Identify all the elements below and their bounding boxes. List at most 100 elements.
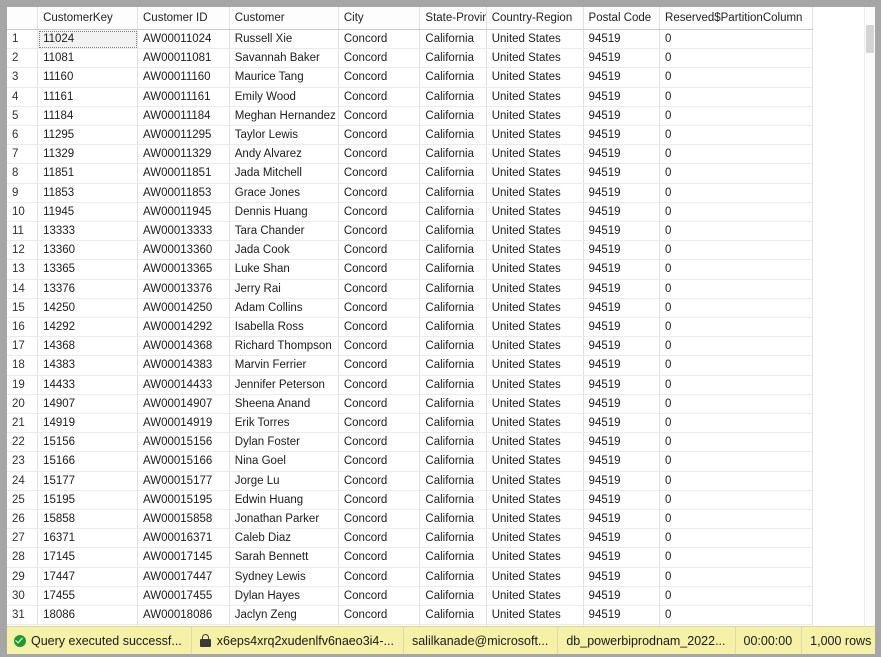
row-number-cell[interactable]: 9 [7, 183, 39, 203]
table-row[interactable]: 10 11945 AW00011945 Dennis Huang Concord Cali… [7, 202, 813, 223]
table-row[interactable]: 22 15156 AW00015156 Dylan Foster Concord Cali… [7, 432, 813, 453]
cell-city[interactable]: Concord [338, 144, 421, 165]
cell-customer[interactable]: Dennis Huang [229, 202, 339, 223]
row-number-cell[interactable]: 16 [7, 317, 39, 338]
cell-postal-code[interactable]: 94519 [583, 317, 661, 338]
cell-city[interactable]: Concord [338, 586, 421, 607]
column-header-state-province[interactable]: State-Province [419, 7, 487, 30]
cell-reserved-partitioncolumn[interactable]: 0 [659, 355, 813, 376]
cell-reserved-partitioncolumn[interactable]: 0 [659, 259, 813, 280]
row-number-cell[interactable]: 19 [7, 375, 39, 395]
cell-country-region[interactable]: United States [486, 298, 584, 319]
cell-state-province[interactable]: California [419, 259, 487, 280]
cell-customerkey[interactable]: 13360 [37, 240, 138, 261]
cell-customer[interactable]: Jaclyn Zeng [229, 605, 339, 626]
cell-city[interactable]: Concord [338, 48, 421, 69]
table-row[interactable]: 1 11024 AW00011024 Russell Xie Concord Califo… [7, 29, 813, 50]
cell-city[interactable]: Concord [338, 413, 421, 434]
cell-postal-code[interactable]: 94519 [583, 48, 661, 69]
column-header-country-region[interactable]: Country-Region [486, 7, 584, 30]
table-row[interactable]: 27 16371 AW00016371 Caleb Diaz Concord Califo… [7, 528, 813, 549]
row-number-cell[interactable]: 18 [7, 355, 39, 376]
row-number-cell[interactable]: 25 [7, 490, 39, 511]
cell-customerkey[interactable]: 14433 [37, 375, 138, 395]
table-row[interactable]: 4 11161 AW00011161 Emily Wood Concord Califor… [7, 87, 813, 107]
cell-customer[interactable]: Dylan Foster [229, 432, 339, 453]
cell-reserved-partitioncolumn[interactable]: 0 [659, 87, 813, 107]
cell-postal-code[interactable]: 94519 [583, 336, 661, 357]
cell-reserved-partitioncolumn[interactable]: 0 [659, 317, 813, 338]
row-number-cell[interactable]: 20 [7, 394, 39, 415]
cell-state-province[interactable]: California [419, 298, 487, 319]
cell-customerkey[interactable]: 11184 [37, 106, 138, 127]
query-results-grid[interactable]: CustomerKey Customer ID Customer City St… [7, 7, 875, 626]
cell-state-province[interactable]: California [419, 355, 487, 376]
row-number-cell[interactable]: 17 [7, 336, 39, 357]
cell-customer[interactable]: Maurice Tang [229, 67, 339, 88]
row-number-cell[interactable]: 26 [7, 509, 39, 530]
cell-reserved-partitioncolumn[interactable]: 0 [659, 528, 813, 549]
table-row[interactable]: 3 11160 AW00011160 Maurice Tang Concord Calif… [7, 67, 813, 88]
row-number-cell[interactable]: 31 [7, 605, 39, 626]
cell-customerkey[interactable]: 14292 [37, 317, 138, 338]
cell-country-region[interactable]: United States [486, 471, 584, 491]
cell-postal-code[interactable]: 94519 [583, 586, 661, 607]
cell-customerkey[interactable]: 11851 [37, 163, 138, 184]
cell-customerid[interactable]: AW00015166 [137, 451, 230, 472]
cell-customerid[interactable]: AW00013360 [137, 240, 230, 261]
column-header-rownum[interactable] [7, 7, 39, 30]
table-row[interactable]: 19 14433 AW00014433 Jennifer Peterson Concor… [7, 375, 813, 395]
cell-customer[interactable]: Erik Torres [229, 413, 339, 434]
table-row[interactable]: 16 14292 AW00014292 Isabella Ross Concord Cal… [7, 317, 813, 338]
column-header-customer[interactable]: Customer [229, 7, 339, 30]
table-row[interactable]: 12 13360 AW00013360 Jada Cook Concord Califor… [7, 240, 813, 261]
cell-city[interactable]: Concord [338, 87, 421, 107]
row-number-cell[interactable]: 22 [7, 432, 39, 453]
cell-country-region[interactable]: United States [486, 355, 584, 376]
cell-customerid[interactable]: AW00015177 [137, 471, 230, 491]
cell-postal-code[interactable]: 94519 [583, 29, 661, 50]
cell-reserved-partitioncolumn[interactable]: 0 [659, 221, 813, 242]
row-number-cell[interactable]: 15 [7, 298, 39, 319]
cell-postal-code[interactable]: 94519 [583, 509, 661, 530]
cell-city[interactable]: Concord [338, 547, 421, 568]
cell-customerid[interactable]: AW00011329 [137, 144, 230, 165]
cell-state-province[interactable]: California [419, 29, 487, 50]
cell-customerid[interactable]: AW00014368 [137, 336, 230, 357]
cell-reserved-partitioncolumn[interactable]: 0 [659, 298, 813, 319]
cell-customerkey[interactable]: 17455 [37, 586, 138, 607]
row-number-cell[interactable]: 10 [7, 202, 39, 223]
cell-country-region[interactable]: United States [486, 413, 584, 434]
cell-country-region[interactable]: United States [486, 605, 584, 626]
table-row[interactable]: 29 17447 AW00017447 Sydney Lewis Concord Cali… [7, 567, 813, 587]
table-row[interactable]: 6 11295 AW00011295 Taylor Lewis Concord Calif… [7, 125, 813, 146]
cell-country-region[interactable]: United States [486, 509, 584, 530]
cell-customerid[interactable]: AW00014383 [137, 355, 230, 376]
cell-country-region[interactable]: United States [486, 451, 584, 472]
cell-state-province[interactable]: California [419, 413, 487, 434]
cell-country-region[interactable]: United States [486, 394, 584, 415]
row-number-cell[interactable]: 24 [7, 471, 39, 491]
cell-reserved-partitioncolumn[interactable]: 0 [659, 586, 813, 607]
cell-state-province[interactable]: California [419, 394, 487, 415]
cell-reserved-partitioncolumn[interactable]: 0 [659, 471, 813, 491]
cell-country-region[interactable]: United States [486, 547, 584, 568]
column-header-postal-code[interactable]: Postal Code [583, 7, 661, 30]
row-number-cell[interactable]: 29 [7, 567, 39, 587]
cell-country-region[interactable]: United States [486, 87, 584, 107]
cell-state-province[interactable]: California [419, 87, 487, 107]
cell-reserved-partitioncolumn[interactable]: 0 [659, 67, 813, 88]
row-number-cell[interactable]: 5 [7, 106, 39, 127]
cell-reserved-partitioncolumn[interactable]: 0 [659, 451, 813, 472]
cell-country-region[interactable]: United States [486, 259, 584, 280]
cell-customerkey[interactable]: 15195 [37, 490, 138, 511]
table-row[interactable]: 15 14250 AW00014250 Adam Collins Concord Cali… [7, 298, 813, 319]
cell-country-region[interactable]: United States [486, 528, 584, 549]
cell-state-province[interactable]: California [419, 586, 487, 607]
cell-postal-code[interactable]: 94519 [583, 567, 661, 587]
cell-customer[interactable]: Marvin Ferrier [229, 355, 339, 376]
cell-city[interactable]: Concord [338, 29, 421, 50]
cell-customer[interactable]: Jerry Rai [229, 279, 339, 299]
cell-customer[interactable]: Caleb Diaz [229, 528, 339, 549]
cell-country-region[interactable]: United States [486, 586, 584, 607]
